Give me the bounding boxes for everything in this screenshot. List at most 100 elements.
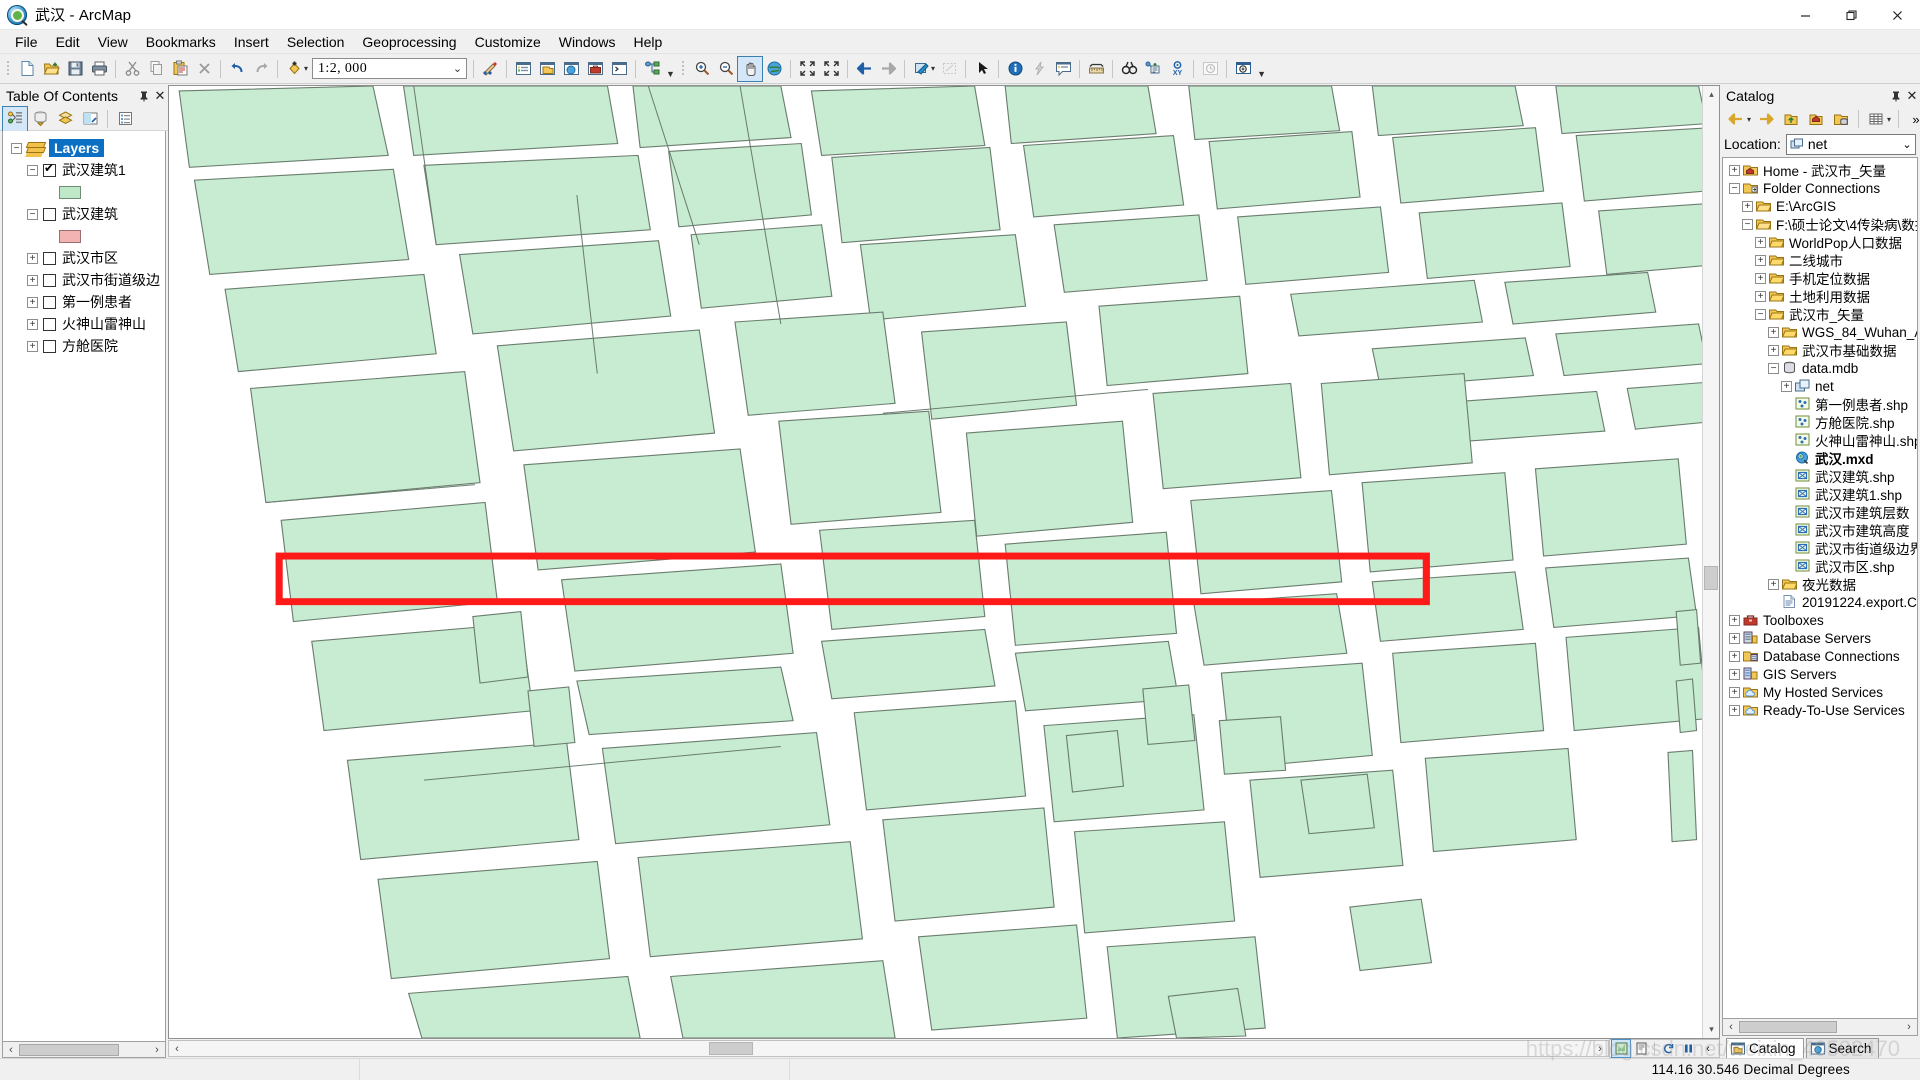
catalog-tree-item[interactable]: − Folder Connections [1725, 179, 1917, 197]
expander-icon[interactable]: − [1755, 308, 1766, 320]
expander-icon[interactable]: + [1768, 326, 1779, 338]
chevron-down-icon[interactable]: ⌄ [449, 62, 466, 75]
expander-icon[interactable]: + [27, 340, 38, 352]
list-by-drawing-order-icon[interactable] [2, 105, 28, 132]
expander-icon[interactable]: + [1729, 650, 1740, 662]
forward-icon[interactable] [1754, 107, 1778, 131]
scroll-left-arrow-icon[interactable]: ‹ [3, 1043, 19, 1057]
menu-edit[interactable]: Edit [47, 31, 89, 53]
toc-layer-row[interactable]: + 第一例患者 [3, 291, 165, 313]
tab-search[interactable]: Search [1805, 1038, 1880, 1058]
menu-view[interactable]: View [89, 31, 137, 53]
chevron-down-icon[interactable]: ⌄ [1899, 138, 1915, 151]
catalog-tree-item[interactable]: 武汉建筑1.shp [1725, 485, 1917, 503]
menu-geoprocessing[interactable]: Geoprocessing [353, 31, 465, 53]
menu-selection[interactable]: Selection [278, 31, 354, 53]
expander-icon[interactable]: − [27, 164, 38, 176]
catalog-tree-item[interactable]: 20191224.export.CSV [1725, 593, 1917, 611]
redo-icon[interactable] [249, 57, 273, 81]
expander-icon[interactable]: − [27, 208, 38, 220]
map-scale-combobox[interactable]: 1:2, 000 ⌄ [312, 58, 468, 79]
zoom-out-icon[interactable] [714, 57, 738, 81]
toolbar-grip-standard[interactable] [5, 59, 12, 79]
catalog-tree-item[interactable]: 方舱医院.shp [1725, 413, 1917, 431]
collapse-icon[interactable]: ‹ [1699, 1040, 1717, 1057]
catalog-window-icon[interactable] [535, 57, 559, 81]
layer-visibility-checkbox[interactable] [43, 339, 56, 353]
map-horizontal-scrollbar[interactable]: ‹ › [168, 1040, 1609, 1057]
catalog-tree-item[interactable]: 武汉市建筑层数（备 [1725, 503, 1917, 521]
menu-file[interactable]: File [6, 31, 47, 53]
catalog-tree-item[interactable]: + Database Servers [1725, 629, 1917, 647]
clear-selection-icon[interactable] [937, 57, 961, 81]
home-icon[interactable] [1804, 107, 1828, 131]
identify-icon[interactable] [1003, 57, 1027, 81]
catalog-tree-item[interactable]: + 夜光数据 [1725, 575, 1917, 593]
map-canvas[interactable]: ▴ ▾ [168, 85, 1720, 1039]
catalog-tree-item[interactable]: − data.mdb [1725, 359, 1917, 377]
tab-catalog[interactable]: Catalog [1726, 1038, 1804, 1058]
expander-icon[interactable]: + [27, 296, 38, 308]
toc-tree[interactable]: − Layers − 武汉建筑1 − 武汉建筑 [2, 131, 166, 1042]
toolbar-grip-tools[interactable] [680, 59, 687, 79]
location-combobox[interactable]: net ⌄ [1785, 133, 1916, 155]
pause-drawing-icon[interactable] [1679, 1040, 1697, 1057]
catalog-tree-item[interactable]: + E:\ArcGIS [1725, 197, 1917, 215]
search-window-icon[interactable] [559, 57, 583, 81]
menu-bookmarks[interactable]: Bookmarks [137, 31, 225, 53]
copy-icon[interactable] [144, 57, 168, 81]
delete-icon[interactable] [192, 57, 216, 81]
expander-icon[interactable]: + [1755, 236, 1766, 248]
up-one-level-icon[interactable] [1779, 107, 1803, 131]
scroll-thumb[interactable] [19, 1043, 119, 1056]
toc-layer-row[interactable]: − 武汉建筑1 [3, 159, 165, 181]
cut-icon[interactable] [120, 57, 144, 81]
expander-icon[interactable]: + [1729, 164, 1740, 176]
expander-icon[interactable]: + [27, 318, 38, 330]
catalog-pin-button[interactable] [1888, 88, 1904, 104]
scroll-thumb-horizontal[interactable] [709, 1042, 753, 1055]
catalog-tree-item[interactable]: + 二线城市 [1725, 251, 1917, 269]
menu-help[interactable]: Help [625, 31, 672, 53]
expander-icon[interactable]: + [1755, 254, 1766, 266]
scroll-thumb-vertical[interactable] [1704, 566, 1718, 590]
time-slider-icon[interactable] [1198, 57, 1222, 81]
measure-icon[interactable] [1084, 57, 1108, 81]
catalog-tree-item[interactable]: + My Hosted Services [1725, 683, 1917, 701]
list-by-visibility-icon[interactable] [53, 107, 77, 131]
layer-visibility-checkbox[interactable] [43, 251, 56, 265]
catalog-tree-item[interactable]: 第一例患者.shp [1725, 395, 1917, 413]
catalog-close-button[interactable]: ✕ [1904, 88, 1920, 104]
catalog-tree-item[interactable]: + GIS Servers [1725, 665, 1917, 683]
catalog-tree-item[interactable]: + Database Connections [1725, 647, 1917, 665]
paste-icon[interactable] [168, 57, 192, 81]
add-data-icon[interactable] [282, 57, 306, 81]
arctoolbox-icon[interactable] [583, 57, 607, 81]
print-icon[interactable] [87, 57, 111, 81]
more-tools-icon[interactable]: » [1904, 107, 1920, 131]
scroll-right-arrow-icon[interactable]: › [1901, 1020, 1917, 1034]
open-icon[interactable] [39, 57, 63, 81]
map-vertical-scrollbar[interactable]: ▴ ▾ [1702, 86, 1719, 1038]
scroll-down-arrow-icon[interactable]: ▾ [1703, 1021, 1719, 1038]
toc-layer-row[interactable]: − 武汉建筑 [3, 203, 165, 225]
catalog-tree[interactable]: + Home - 武汉市_矢量 − Folder Connections + E:\Arc… [1722, 157, 1918, 1019]
back-icon[interactable] [1724, 107, 1748, 131]
catalog-tree-item[interactable]: + Home - 武汉市_矢量 [1725, 161, 1917, 179]
html-popup-icon[interactable] [1051, 57, 1075, 81]
catalog-tree-item[interactable]: 火神山雷神山.shp [1725, 431, 1917, 449]
expander-icon[interactable]: + [1768, 344, 1779, 356]
catalog-tree-item[interactable]: 武汉建筑.shp [1725, 467, 1917, 485]
expander-icon[interactable]: − [1742, 218, 1753, 230]
scroll-left-arrow-icon[interactable]: ‹ [1723, 1020, 1739, 1034]
catalog-tree-item[interactable]: + 土地利用数据 [1725, 287, 1917, 305]
catalog-tree-item[interactable]: + 手机定位数据 [1725, 269, 1917, 287]
catalog-tree-item[interactable]: + net [1725, 377, 1917, 395]
new-map-icon[interactable] [15, 57, 39, 81]
select-elements-icon[interactable] [970, 57, 994, 81]
menu-customize[interactable]: Customize [466, 31, 550, 53]
menu-windows[interactable]: Windows [550, 31, 625, 53]
layer-visibility-checkbox[interactable] [43, 273, 56, 287]
catalog-tree-item[interactable]: 武汉市区.shp [1725, 557, 1917, 575]
data-view-icon[interactable] [1611, 1039, 1631, 1058]
